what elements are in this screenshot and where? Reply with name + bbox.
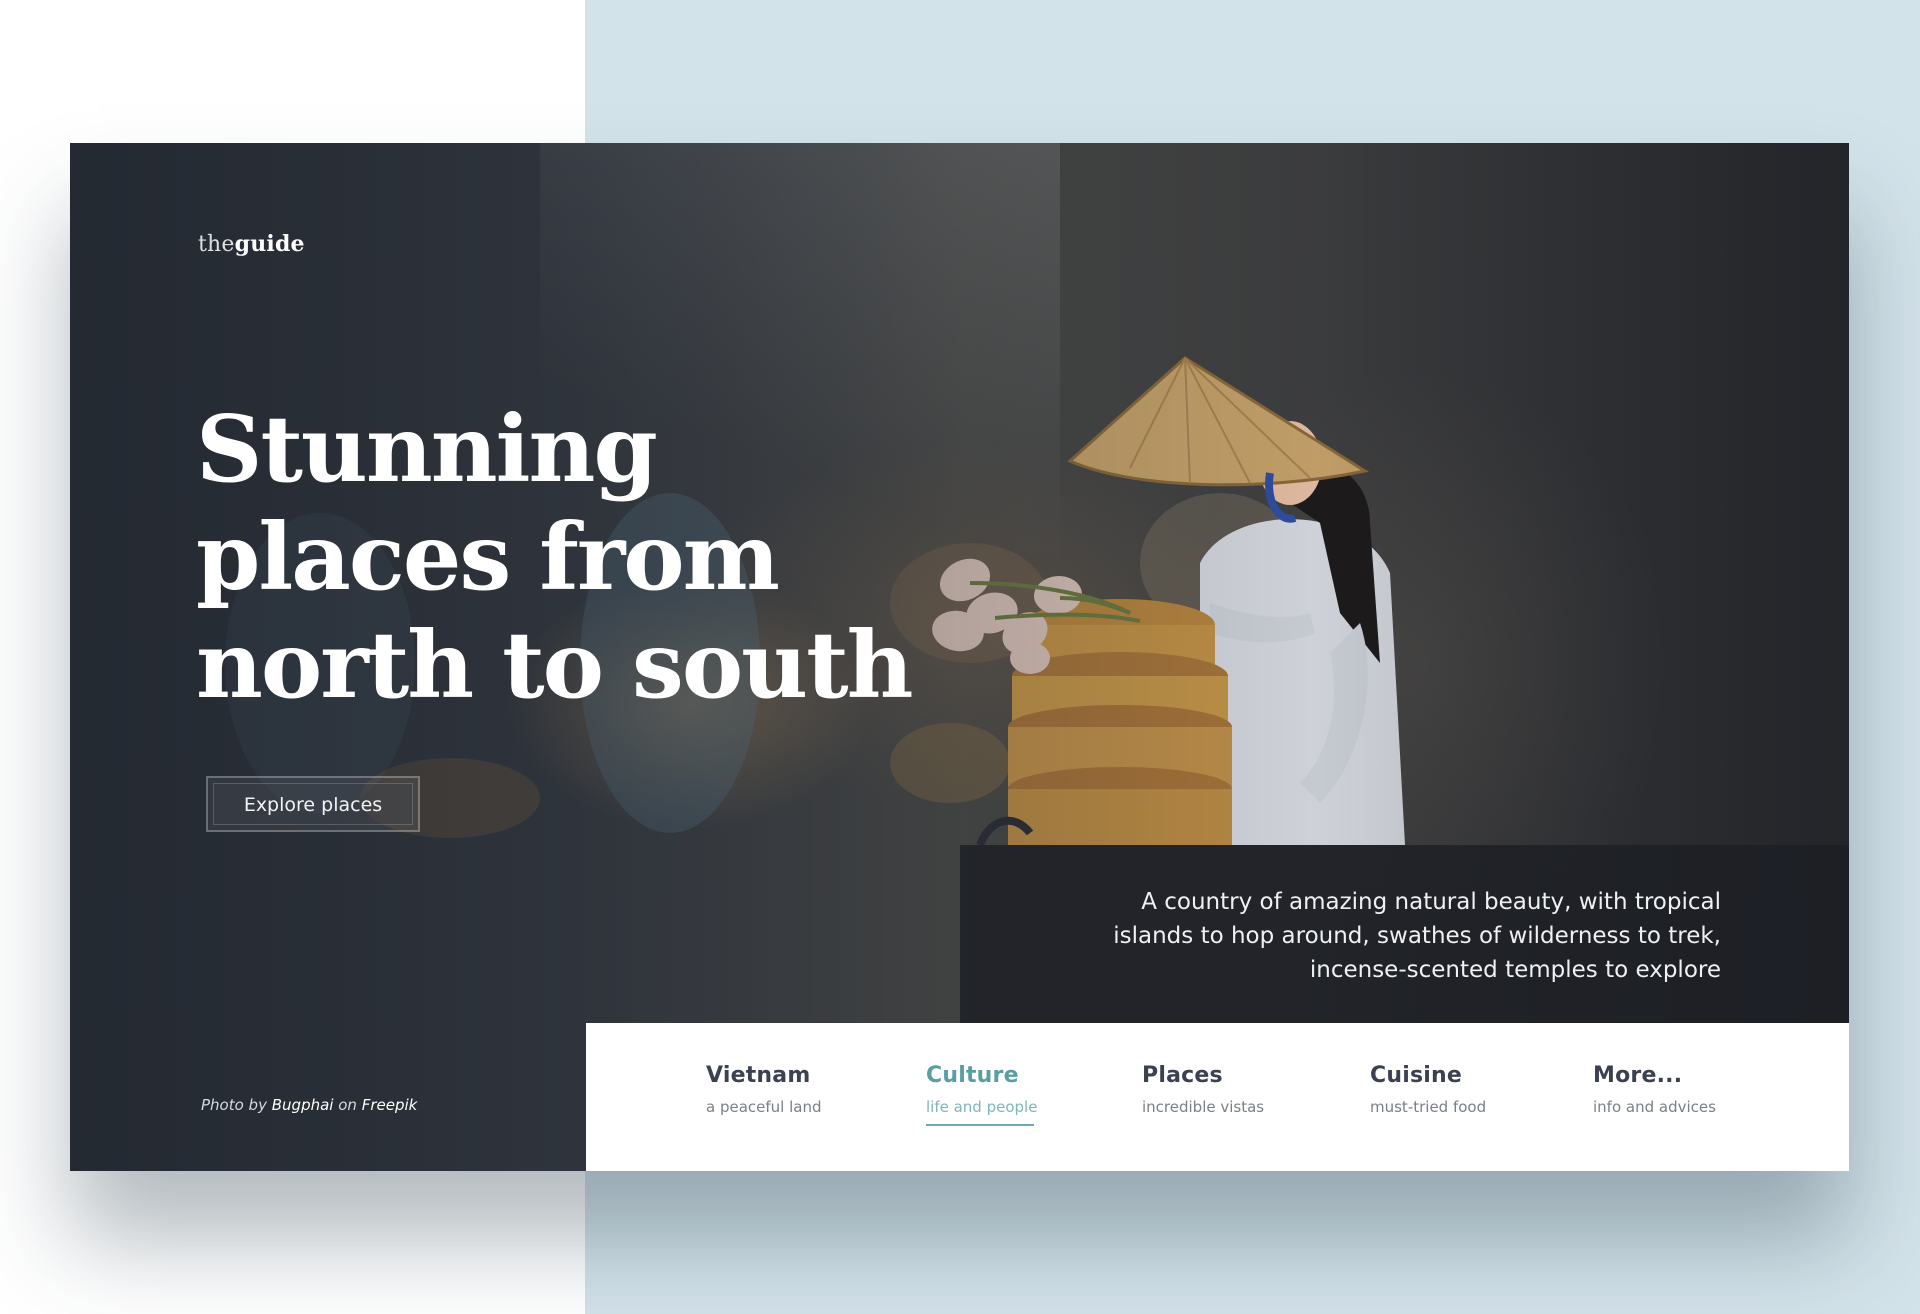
category-nav: Vietnam a peaceful land Culture life and… bbox=[586, 1023, 1849, 1171]
nav-item-subtitle: incredible vistas bbox=[1142, 1098, 1265, 1116]
headline-line: Stunning bbox=[196, 395, 658, 503]
logo[interactable]: theguide bbox=[198, 231, 305, 257]
nav-item-title: Places bbox=[1142, 1063, 1223, 1088]
nav-item-subtitle: info and advices bbox=[1593, 1098, 1716, 1116]
description-panel: A country of amazing natural beauty, wit… bbox=[960, 845, 1849, 1023]
hero-headline: Stunning places from north to south bbox=[196, 395, 956, 719]
nav-item-subtitle: life and people bbox=[926, 1098, 1038, 1116]
nav-item-title: Cuisine bbox=[1370, 1063, 1462, 1088]
explore-places-label: Explore places bbox=[213, 783, 413, 825]
nav-item-title: Culture bbox=[926, 1063, 1019, 1088]
credit-author-link[interactable]: Bugphai bbox=[272, 1096, 334, 1114]
credit-source-link[interactable]: Freepik bbox=[362, 1096, 418, 1114]
nav-item-subtitle: must-tried food bbox=[1370, 1098, 1487, 1116]
explore-places-button[interactable]: Explore places bbox=[206, 776, 420, 832]
hero-description: A country of amazing natural beauty, wit… bbox=[1113, 889, 1721, 983]
nav-item-vietnam[interactable]: Vietnam a peaceful land bbox=[706, 1063, 822, 1116]
active-underline bbox=[926, 1124, 1034, 1126]
headline-line: north to south bbox=[196, 611, 913, 719]
credit-on: on bbox=[338, 1096, 357, 1114]
nav-item-culture[interactable]: Culture life and people bbox=[926, 1063, 1037, 1126]
headline-line: places from bbox=[196, 503, 780, 611]
nav-item-more[interactable]: More... info and advices bbox=[1593, 1063, 1716, 1116]
logo-part-the: the bbox=[198, 232, 235, 257]
logo-part-guide: guide bbox=[234, 231, 305, 257]
nav-item-places[interactable]: Places incredible vistas bbox=[1142, 1063, 1264, 1116]
nav-item-cuisine[interactable]: Cuisine must-tried food bbox=[1370, 1063, 1486, 1116]
nav-item-subtitle: a peaceful land bbox=[706, 1098, 822, 1116]
credit-prefix: Photo by bbox=[201, 1096, 267, 1114]
nav-item-title: Vietnam bbox=[706, 1063, 811, 1088]
nav-item-title: More... bbox=[1593, 1063, 1683, 1088]
hero-card: theguide Stunning places from north to s… bbox=[70, 143, 1849, 1171]
photo-credit: Photo by Bugphai on Freepik bbox=[201, 1096, 417, 1114]
